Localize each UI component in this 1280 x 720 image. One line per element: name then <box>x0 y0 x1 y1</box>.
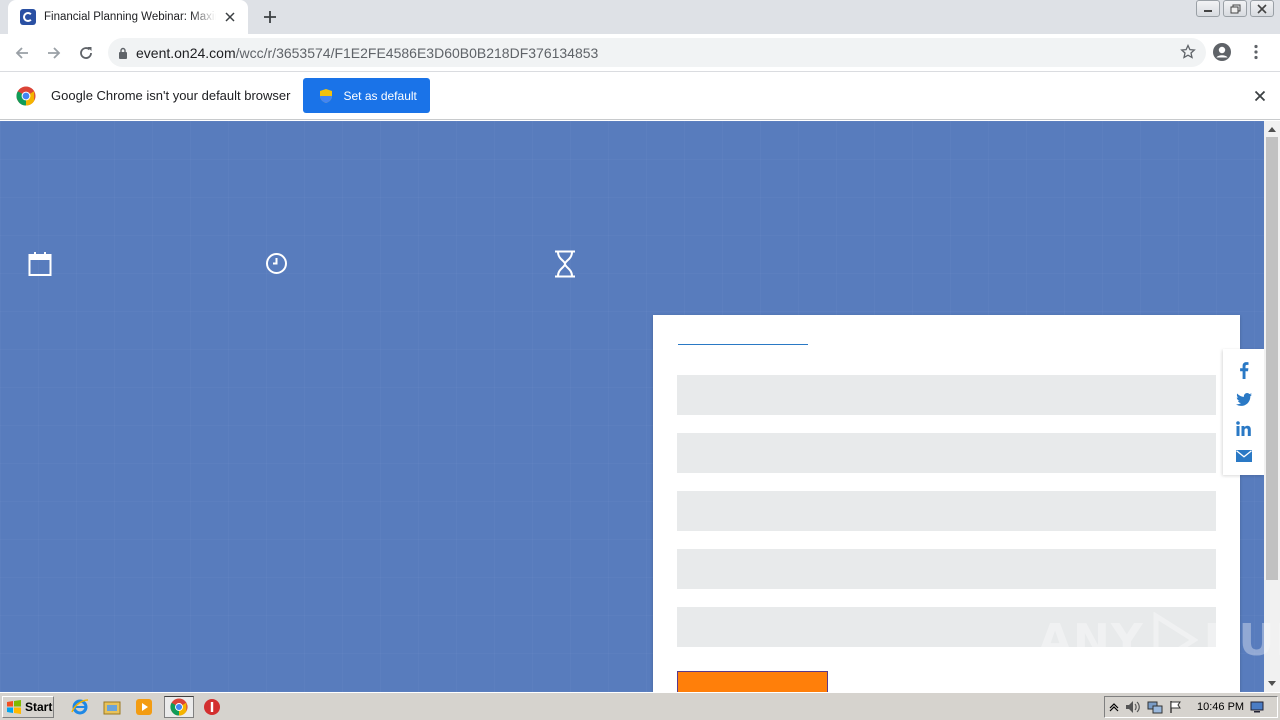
set-as-default-label: Set as default <box>343 88 417 103</box>
windows-flag-icon <box>7 699 21 714</box>
webinar-page <box>0 121 1264 692</box>
browser-tab[interactable]: Financial Planning Webinar: Maximizing <box>8 0 248 34</box>
tab-close-icon[interactable] <box>222 9 238 25</box>
show-hidden-icons-arrow-icon[interactable] <box>1109 702 1119 712</box>
uac-shield-icon <box>320 88 333 103</box>
infobar-message: Google Chrome isn't your default browser <box>51 88 291 103</box>
on24-favicon-icon <box>20 9 36 25</box>
browser-toolbar: event.on24.com/wcc/r/3653574/F1E2FE4586E… <box>0 34 1280 71</box>
lock-icon <box>119 47 127 59</box>
profile-avatar-icon[interactable] <box>1206 36 1238 68</box>
chrome-logo-icon <box>16 86 36 105</box>
network-icon[interactable] <box>1147 700 1163 714</box>
back-button[interactable] <box>6 37 38 69</box>
tab-strip: Financial Planning Webinar: Maximizing <box>0 0 1280 34</box>
new-tab-button[interactable] <box>258 5 282 29</box>
forward-button[interactable] <box>38 37 70 69</box>
register-submit-button[interactable] <box>677 671 828 692</box>
volume-icon[interactable] <box>1125 700 1141 714</box>
email-icon[interactable] <box>1235 449 1252 462</box>
start-label: Start <box>25 699 53 714</box>
media-player-icon[interactable] <box>134 697 154 717</box>
close-window-button[interactable] <box>1250 0 1274 17</box>
windows-taskbar: Start 10:46 PM <box>0 692 1280 720</box>
scroll-down-arrow-icon[interactable] <box>1264 676 1280 690</box>
social-share-bar <box>1223 349 1264 475</box>
internet-explorer-icon[interactable] <box>70 697 90 717</box>
scroll-up-arrow-icon[interactable] <box>1264 122 1280 136</box>
window-controls <box>1196 0 1274 17</box>
infobar-close-icon[interactable] <box>1254 87 1266 106</box>
chrome-taskbar-icon[interactable] <box>164 695 194 718</box>
system-tray: 10:46 PM <box>1104 696 1278 718</box>
registration-field-3[interactable] <box>677 491 1216 531</box>
set-as-default-button[interactable]: Set as default <box>303 78 431 113</box>
taskbar-clock[interactable]: 10:46 PM <box>1197 701 1244 713</box>
registration-card <box>653 315 1240 692</box>
reload-button[interactable] <box>70 37 102 69</box>
address-bar[interactable]: event.on24.com/wcc/r/3653574/F1E2FE4586E… <box>108 38 1206 67</box>
file-explorer-icon[interactable] <box>102 697 122 717</box>
calendar-icon <box>28 251 52 281</box>
clock-icon <box>265 252 288 279</box>
minimize-button[interactable] <box>1196 0 1220 17</box>
menu-kebab-icon[interactable] <box>1240 36 1272 68</box>
registration-field-5[interactable] <box>677 607 1216 647</box>
default-browser-infobar: Google Chrome isn't your default browser… <box>0 71 1280 120</box>
hourglass-icon <box>554 250 576 282</box>
bookmark-star-icon[interactable] <box>1180 43 1196 64</box>
registration-field-1[interactable] <box>677 375 1216 415</box>
url-text: event.on24.com/wcc/r/3653574/F1E2FE4586E… <box>136 44 599 61</box>
scrollbar-thumb[interactable] <box>1266 137 1278 580</box>
twitter-icon[interactable] <box>1235 393 1252 407</box>
facebook-icon[interactable] <box>1239 362 1249 380</box>
page-scrollbar[interactable] <box>1264 121 1280 692</box>
action-center-flag-icon[interactable] <box>1169 700 1183 714</box>
registration-field-4[interactable] <box>677 549 1216 589</box>
stop-sign-app-icon[interactable] <box>202 697 222 717</box>
tab-title: Financial Planning Webinar: Maximizing <box>44 11 216 23</box>
start-button[interactable]: Start <box>2 695 54 718</box>
card-heading-underline <box>678 344 808 345</box>
restore-button[interactable] <box>1223 0 1247 17</box>
linkedin-icon[interactable] <box>1236 420 1251 436</box>
registration-field-2[interactable] <box>677 433 1216 473</box>
show-desktop-icon[interactable] <box>1250 701 1264 713</box>
